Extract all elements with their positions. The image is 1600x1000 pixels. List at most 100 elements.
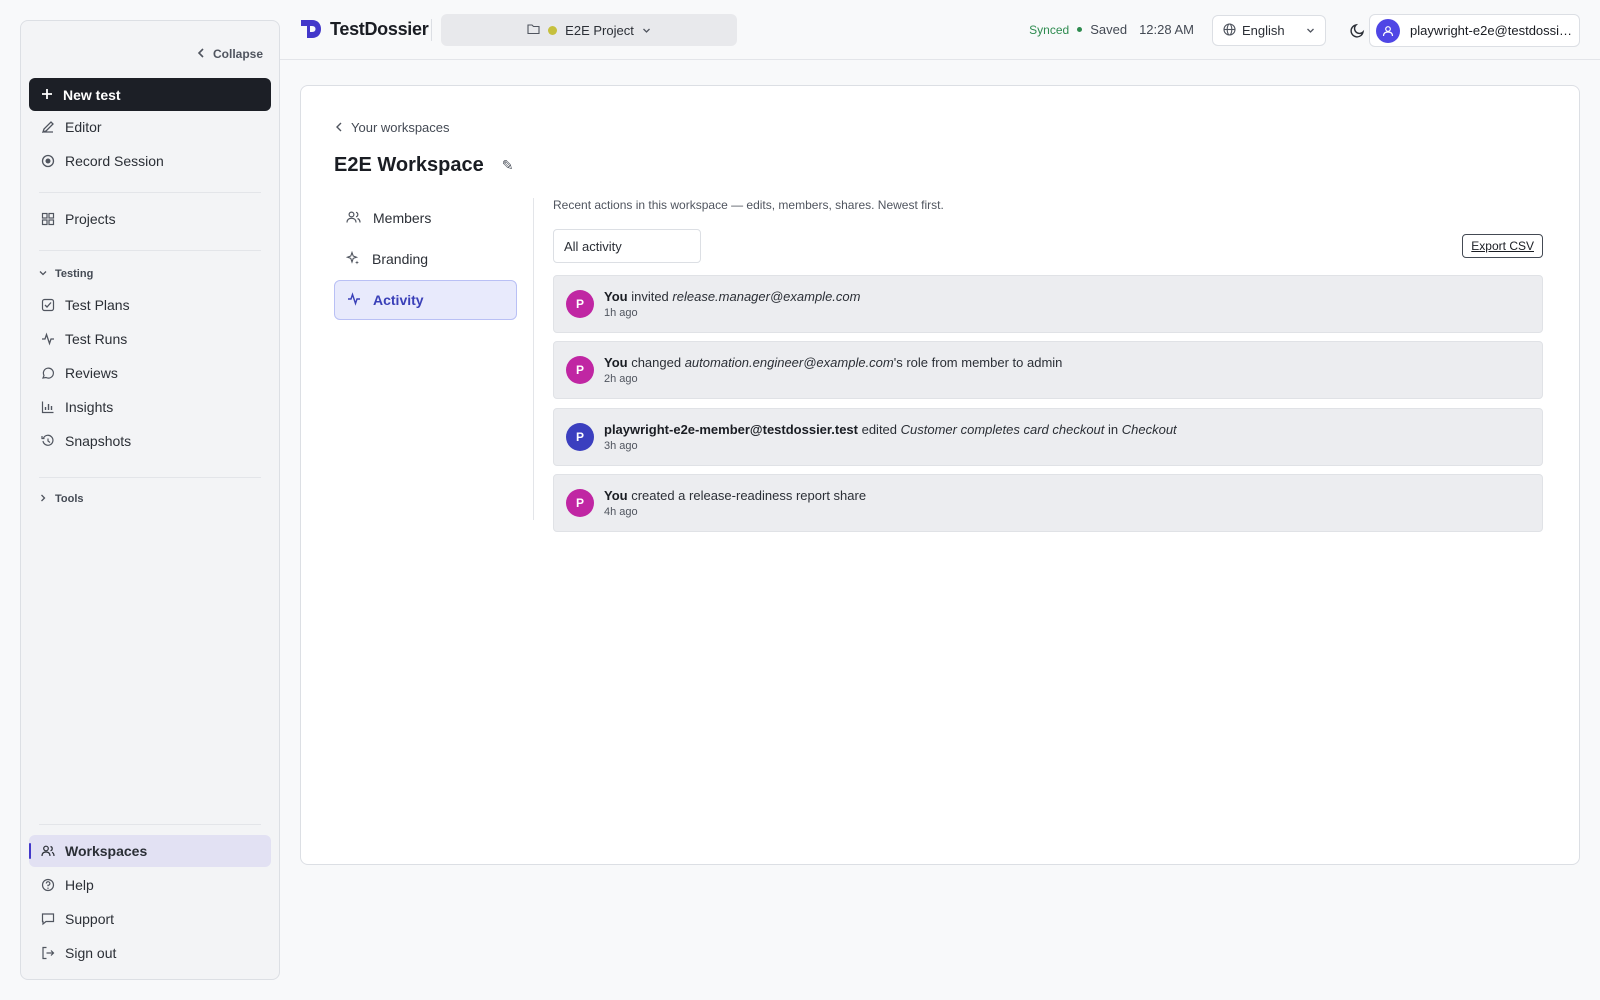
activity-verb: changed — [627, 354, 685, 370]
sidebar-item-label: Help — [65, 877, 94, 893]
export-csv-button[interactable]: Export CSV — [1462, 234, 1543, 258]
edit-title-pencil-icon[interactable]: ✎ — [502, 157, 514, 174]
user-menu[interactable]: playwright-e2e@testdossier.test — [1369, 14, 1580, 47]
sidebar-item-help[interactable]: Help — [29, 869, 271, 901]
checkbox-icon — [41, 298, 55, 312]
sidebar-item-label: Workspaces — [65, 843, 148, 859]
sidebar-item-support[interactable]: Support — [29, 903, 271, 935]
project-selector[interactable]: E2E Project — [441, 14, 737, 46]
globe-icon — [1223, 22, 1236, 39]
sidebar-item-label: Support — [65, 911, 115, 927]
collapse-button[interactable]: Collapse — [197, 47, 263, 61]
sidebar-item-label: Test Plans — [65, 297, 130, 313]
activity-item: P playwright-e2e-member@testdossier.test… — [553, 408, 1543, 466]
filter-value: All activity — [564, 238, 622, 254]
activity-verb: invited — [627, 288, 673, 304]
sidebar-item-editor[interactable]: Editor — [29, 111, 271, 143]
project-status-dot — [548, 25, 558, 35]
activity-filter-select[interactable]: All activity — [553, 229, 701, 263]
sidebar-item-snapshots[interactable]: Snapshots — [29, 425, 271, 457]
sidebar-item-label: Record Session — [65, 153, 164, 169]
activity-text: You invited release.manager@example.com — [604, 288, 860, 306]
sidebar-item-label: Insights — [65, 399, 114, 415]
activity-icon — [41, 332, 55, 346]
section-testing[interactable]: Testing — [39, 268, 93, 280]
back-link[interactable]: Your workspaces — [335, 120, 450, 135]
tab-branding[interactable]: Branding — [334, 239, 517, 279]
language-value: English — [1242, 23, 1285, 38]
activity-time: 2h ago — [604, 372, 638, 385]
sidebar-item-label: Test Runs — [65, 331, 128, 347]
page-title: E2E Workspace ✎ — [334, 154, 513, 177]
brand[interactable]: TestDossier — [300, 18, 429, 40]
saved-label: Saved — [1090, 22, 1128, 37]
sidebar: Collapse New test Editor Record Session … — [20, 20, 280, 980]
sidebar-item-label: Sign out — [65, 945, 117, 961]
sidebar-item-workspaces[interactable]: Workspaces — [29, 835, 271, 867]
language-select[interactable]: English — [1212, 15, 1326, 46]
chevron-left-icon — [335, 120, 343, 135]
sidebar-item-test-plans[interactable]: Test Plans — [29, 289, 271, 321]
workspace-title: E2E Workspace — [334, 154, 484, 176]
divider — [39, 824, 261, 825]
activity-item: P You invited release.manager@example.co… — [553, 275, 1543, 333]
log-out-icon — [41, 946, 55, 960]
section-label: Testing — [55, 268, 94, 280]
sidebar-item-projects[interactable]: Projects — [29, 203, 271, 235]
divider — [533, 198, 534, 520]
divider — [39, 477, 261, 478]
divider — [39, 192, 261, 193]
activity-actor: playwright-e2e-member@testdossier.test — [604, 421, 858, 437]
tab-members[interactable]: Members — [334, 198, 517, 238]
sidebar-item-label: Reviews — [65, 365, 118, 381]
brand-name: TestDossier — [330, 18, 429, 39]
time-label: 12:28 AM — [1139, 22, 1194, 37]
activity-verb: created a release-readiness report share — [627, 487, 867, 503]
tab-label: Branding — [372, 251, 429, 267]
bar-chart-icon — [41, 400, 55, 414]
chevron-down-icon — [1306, 23, 1315, 38]
sidebar-item-test-runs[interactable]: Test Runs — [29, 323, 271, 355]
sidebar-item-label: Snapshots — [65, 433, 132, 449]
tab-label: Members — [373, 210, 432, 226]
activity-time: 1h ago — [604, 306, 638, 319]
theme-toggle-moon-icon[interactable] — [1348, 20, 1368, 40]
pencil-icon — [41, 120, 55, 134]
project-name: E2E Project — [565, 22, 634, 38]
divider — [431, 19, 432, 41]
new-test-button[interactable]: New test — [29, 78, 271, 111]
back-label: Your workspaces — [351, 120, 450, 135]
chevron-down-icon — [642, 23, 651, 38]
folder-icon — [527, 23, 540, 38]
avatar: P — [566, 290, 594, 318]
sidebar-item-sign-out[interactable]: Sign out — [29, 937, 271, 969]
tab-label: Activity — [373, 292, 424, 308]
activity-object: automation.engineer@example.com — [684, 354, 894, 370]
activity-icon — [347, 291, 361, 309]
tab-activity[interactable]: Activity — [334, 280, 517, 320]
activity-object: release.manager@example.com — [672, 288, 861, 304]
avatar: P — [566, 423, 594, 451]
activity-actor: You — [604, 288, 628, 304]
activity-text: You changed automation.engineer@example.… — [604, 354, 1062, 372]
message-square-icon — [41, 912, 55, 926]
users-icon — [41, 844, 55, 858]
grid-icon — [41, 212, 55, 226]
sparkles-icon — [345, 250, 360, 268]
message-circle-icon — [41, 366, 55, 380]
sidebar-item-record-session[interactable]: Record Session — [29, 145, 271, 177]
workspace-card: Your workspaces E2E Workspace ✎ Members … — [300, 85, 1580, 865]
sidebar-item-label: Editor — [65, 119, 102, 135]
sidebar-item-insights[interactable]: Insights — [29, 391, 271, 423]
section-tools[interactable]: Tools — [39, 493, 84, 505]
activity-actor: You — [604, 354, 628, 370]
activity-text: playwright-e2e-member@testdossier.test e… — [604, 421, 1177, 439]
record-icon — [41, 154, 55, 168]
sidebar-item-label: Projects — [65, 211, 116, 227]
avatar — [1376, 18, 1400, 43]
activity-rest: 's role from member to admin — [893, 354, 1063, 370]
user-icon — [1382, 25, 1394, 36]
avatar: P — [566, 356, 594, 384]
top-bar: TestDossier E2E Project Synced Saved 12:… — [280, 0, 1600, 60]
sidebar-item-reviews[interactable]: Reviews — [29, 357, 271, 389]
